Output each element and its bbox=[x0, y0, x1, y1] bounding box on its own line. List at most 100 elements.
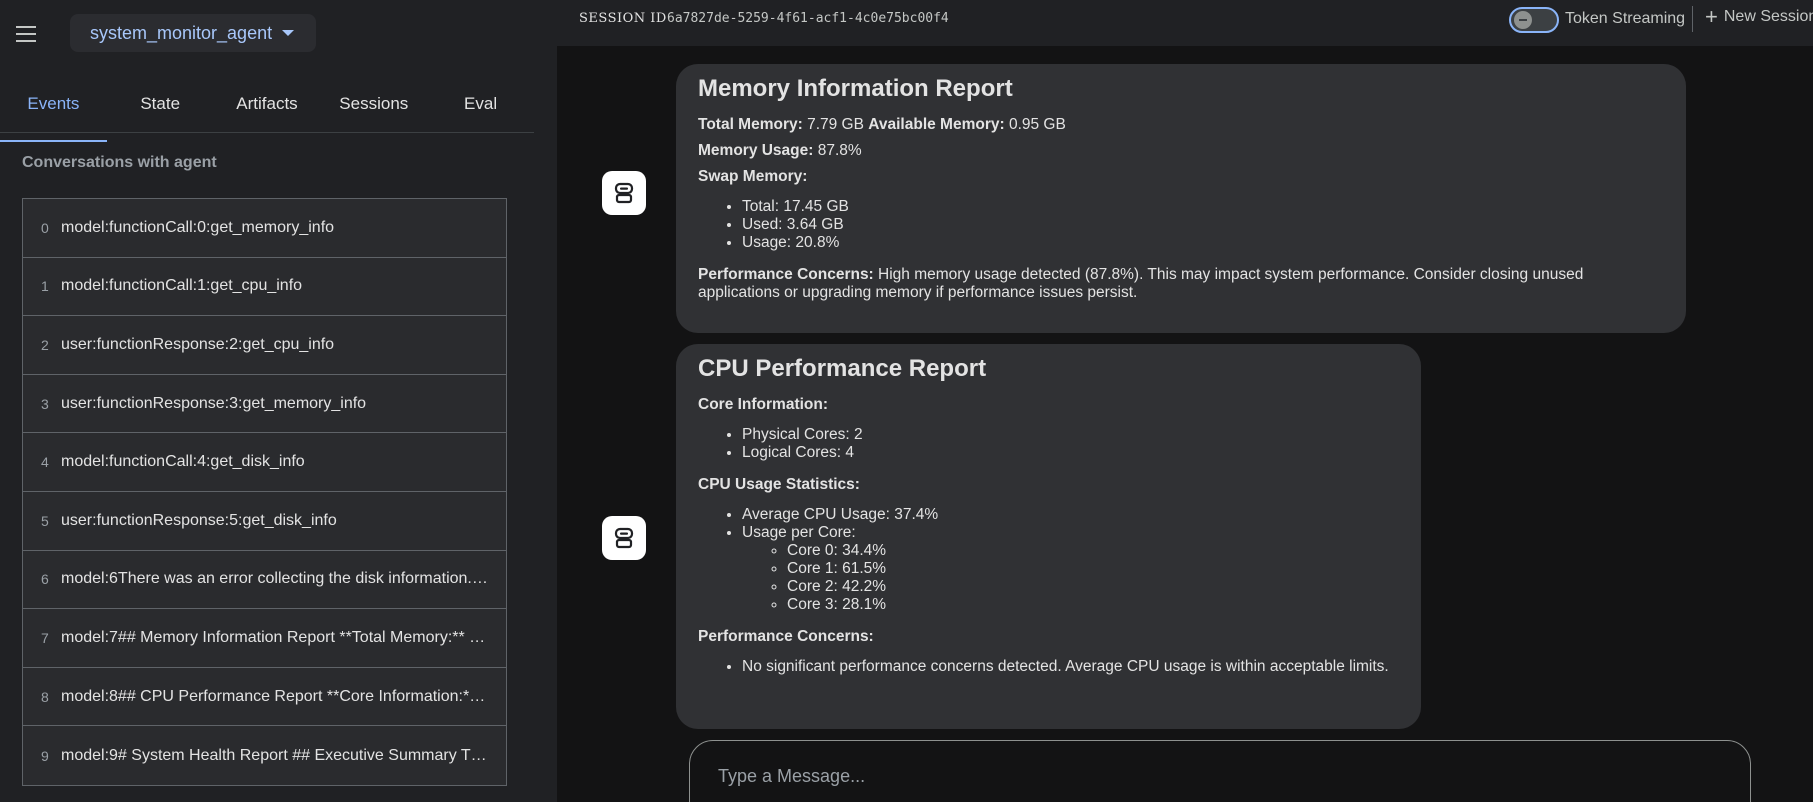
session-id-value: 6a7827de-5259-4f61-acf1-4c0e75bc00f4 bbox=[667, 11, 949, 26]
event-index: 8 bbox=[41, 688, 49, 705]
event-text: user:functionResponse:5:get_disk_info bbox=[61, 511, 337, 529]
swap-memory-label: Swap Memory: bbox=[698, 168, 808, 185]
list-item: Physical Cores: 2 bbox=[742, 426, 1399, 444]
event-text: user:functionResponse:3:get_memory_info bbox=[61, 394, 367, 412]
per-core-label: Usage per Core: bbox=[742, 524, 856, 541]
event-row[interactable]: 8 model:8## CPU Performance Report **Core… bbox=[23, 667, 506, 727]
session-id-label: SESSION ID bbox=[579, 11, 667, 26]
memory-report-title: Memory Information Report bbox=[698, 75, 1013, 102]
memory-total-line: Total Memory: 7.79 GB Available Memory: … bbox=[698, 116, 1664, 134]
tab-sessions[interactable]: Sessions bbox=[320, 84, 427, 132]
memory-concerns-line: Performance Concerns: High memory usage … bbox=[698, 266, 1664, 302]
event-text: user:functionResponse:2:get_cpu_info bbox=[61, 335, 335, 353]
event-row[interactable]: 5 user:functionResponse:5:get_disk_info bbox=[23, 491, 506, 551]
list-item: Core 2: 42.2% bbox=[787, 578, 1399, 596]
event-row[interactable]: 7 model:7## Memory Information Report **T… bbox=[23, 609, 506, 668]
event-row[interactable]: 9 model:9# System Health Report ## Execut… bbox=[23, 726, 506, 785]
total-memory-label: Total Memory: bbox=[698, 116, 803, 133]
core-info-list: Physical Cores: 2 Logical Cores: 4 bbox=[742, 426, 1399, 462]
swap-memory-line: Swap Memory: bbox=[698, 168, 1664, 186]
memory-usage-label: Memory Usage: bbox=[698, 142, 814, 159]
token-streaming-label: Token Streaming bbox=[1565, 10, 1686, 27]
tab-eval[interactable]: Eval bbox=[427, 84, 534, 132]
cpu-stats-list: Average CPU Usage: 37.4% Usage per Core:… bbox=[742, 506, 1399, 614]
robot-icon bbox=[614, 527, 634, 549]
event-index: 5 bbox=[41, 512, 49, 529]
plus-icon: + bbox=[1705, 4, 1718, 29]
event-text: model:9# System Health Report ## Executi… bbox=[61, 746, 487, 764]
menu-icon[interactable] bbox=[14, 22, 38, 46]
new-session-button[interactable]: + New Session bbox=[1705, 4, 1813, 29]
memory-concerns-label: Performance Concerns: bbox=[698, 266, 874, 283]
cpu-stats-line: CPU Usage Statistics: bbox=[698, 476, 1399, 494]
event-index: 3 bbox=[41, 395, 49, 412]
robot-icon bbox=[614, 182, 634, 204]
memory-usage-value: 87.8% bbox=[813, 142, 862, 159]
event-index: 7 bbox=[41, 629, 49, 646]
event-row[interactable]: 2 user:functionResponse:2:get_cpu_info bbox=[23, 316, 506, 375]
chat-panel: Memory Information Report Total Memory: … bbox=[557, 46, 1813, 802]
toggle-knob bbox=[1514, 11, 1532, 29]
message-input[interactable] bbox=[718, 763, 1698, 789]
agent-select[interactable]: system_monitor_agent bbox=[70, 14, 316, 52]
event-row[interactable]: 3 user:functionResponse:3:get_memory_info bbox=[23, 374, 506, 434]
event-index: 4 bbox=[41, 454, 49, 471]
tab-events[interactable]: Events bbox=[0, 84, 107, 142]
event-text: model:functionCall:4:get_disk_info bbox=[61, 453, 305, 471]
cpu-report-message: CPU Performance Report Core Information:… bbox=[676, 344, 1421, 729]
event-text: model:functionCall:1:get_cpu_info bbox=[61, 277, 303, 295]
core-info-label: Core Information: bbox=[698, 396, 829, 413]
conversations-title: Conversations with agent bbox=[22, 154, 217, 171]
message-composer bbox=[689, 740, 1751, 802]
event-text: model:6There was an error collecting the… bbox=[61, 570, 491, 588]
tab-state[interactable]: State bbox=[107, 84, 214, 132]
list-item: Core 3: 28.1% bbox=[787, 596, 1399, 614]
cpu-concerns-list: No significant performance concerns dete… bbox=[742, 658, 1399, 676]
list-item: Used: 3.64 GB bbox=[742, 216, 1664, 234]
available-memory-label: Available Memory: bbox=[868, 116, 1005, 133]
cpu-stats-label: CPU Usage Statistics: bbox=[698, 476, 860, 493]
memory-report-message: Memory Information Report Total Memory: … bbox=[676, 64, 1686, 333]
list-item: Usage: 20.8% bbox=[742, 234, 1664, 252]
list-item: Core 1: 61.5% bbox=[787, 560, 1399, 578]
list-item: Usage per Core: Core 0: 34.4% Core 1: 61… bbox=[742, 524, 1399, 614]
list-item: Logical Cores: 4 bbox=[742, 444, 1399, 462]
bot-avatar bbox=[602, 516, 646, 560]
bot-avatar bbox=[602, 171, 646, 215]
event-list: 0 model:functionCall:0:get_memory_info 1m… bbox=[22, 198, 507, 786]
per-core-list: Core 0: 34.4% Core 1: 61.5% Core 2: 42.2… bbox=[787, 542, 1399, 614]
cpu-report-title: CPU Performance Report bbox=[698, 355, 987, 382]
event-row[interactable]: 6 model:6There was an error collecting th… bbox=[23, 550, 506, 610]
sidebar-tabs: Events State Artifacts Sessions Eval bbox=[0, 84, 534, 142]
memory-usage-line: Memory Usage: 87.8% bbox=[698, 142, 1664, 160]
cpu-concerns-line: Performance Concerns: bbox=[698, 628, 1399, 646]
list-item: Average CPU Usage: 37.4% bbox=[742, 506, 1399, 524]
event-row[interactable]: 1 model:functionCall:1:get_cpu_info bbox=[23, 257, 506, 317]
event-index: 2 bbox=[41, 336, 49, 353]
event-index: 6 bbox=[41, 571, 49, 588]
cpu-concerns-label: Performance Concerns: bbox=[698, 628, 874, 645]
swap-memory-list: Total: 17.45 GB Used: 3.64 GB Usage: 20.… bbox=[742, 198, 1664, 252]
tab-artifacts[interactable]: Artifacts bbox=[214, 84, 321, 132]
core-info-line: Core Information: bbox=[698, 396, 1399, 414]
event-text: model:functionCall:0:get_memory_info bbox=[61, 218, 335, 236]
sidebar: system_monitor_agent Events State Artifa… bbox=[0, 0, 557, 802]
list-item: Core 0: 34.4% bbox=[787, 542, 1399, 560]
token-streaming-toggle[interactable] bbox=[1509, 7, 1559, 33]
total-memory-value: 7.79 GB bbox=[802, 116, 869, 133]
list-item: No significant performance concerns dete… bbox=[742, 658, 1399, 676]
event-row[interactable]: 4 model:functionCall:4:get_disk_info bbox=[23, 433, 506, 492]
top-bar: SESSION ID 6a7827de-5259-4f61-acf1-4c0e7… bbox=[557, 0, 1813, 46]
new-session-label: New Session bbox=[1723, 8, 1813, 25]
event-text: model:8## CPU Performance Report **Core … bbox=[61, 687, 491, 705]
event-index: 0 bbox=[41, 219, 49, 236]
divider bbox=[1692, 6, 1693, 32]
available-memory-value: 0.95 GB bbox=[1004, 116, 1066, 133]
event-text: model:7## Memory Information Report **To… bbox=[61, 628, 491, 646]
event-index: 1 bbox=[41, 278, 49, 295]
list-item: Total: 17.45 GB bbox=[742, 198, 1664, 216]
event-row[interactable]: 0 model:functionCall:0:get_memory_info bbox=[23, 199, 506, 258]
agent-select-value: system_monitor_agent bbox=[90, 22, 273, 43]
chevron-down-icon bbox=[282, 30, 295, 36]
event-index: 9 bbox=[41, 747, 49, 764]
